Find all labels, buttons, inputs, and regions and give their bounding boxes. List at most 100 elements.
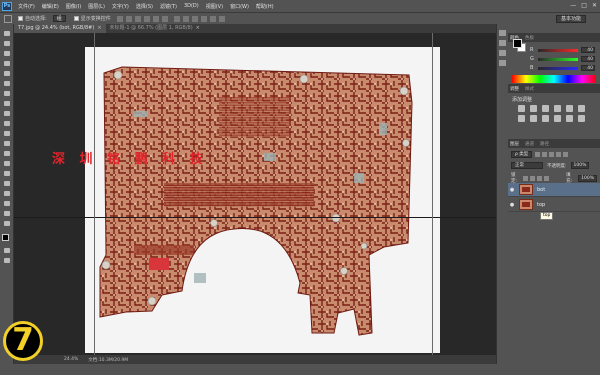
- brush-tool-icon[interactable]: [3, 100, 11, 107]
- distribute-middle-icon[interactable]: [182, 15, 189, 22]
- blue-slider[interactable]: B 40: [530, 65, 595, 71]
- tab-swatches[interactable]: 色板: [525, 35, 534, 41]
- menu-window[interactable]: 窗口(W): [230, 3, 249, 10]
- lock-transparent-icon[interactable]: [523, 175, 529, 181]
- color-balance-icon[interactable]: [518, 115, 525, 122]
- lock-position-icon[interactable]: [537, 175, 543, 181]
- blend-mode-dropdown[interactable]: 正常: [511, 162, 543, 169]
- panel-fg-bg-swatch[interactable]: [513, 39, 526, 52]
- quick-select-tool-icon[interactable]: [3, 60, 11, 67]
- blue-track[interactable]: [538, 66, 578, 70]
- layer-name[interactable]: bot: [537, 187, 545, 193]
- eraser-tool-icon[interactable]: [3, 130, 11, 137]
- close-button[interactable]: ✕: [592, 2, 597, 9]
- zoom-level[interactable]: 24.4%: [64, 357, 78, 362]
- lock-image-icon[interactable]: [530, 175, 536, 181]
- gradient-tool-icon[interactable]: [3, 140, 11, 147]
- brightness-icon[interactable]: [518, 105, 525, 112]
- filter-smart-object-icon[interactable]: [563, 152, 569, 157]
- layer-row-top[interactable]: ● top: [508, 198, 600, 212]
- align-left-icon[interactable]: [143, 15, 150, 22]
- character-panel-icon[interactable]: [499, 50, 506, 56]
- red-slider[interactable]: R 40: [530, 47, 595, 53]
- photo-filter-icon[interactable]: [542, 115, 549, 122]
- menu-help[interactable]: 帮助(H): [256, 3, 274, 10]
- eyedropper-tool-icon[interactable]: [3, 80, 11, 87]
- crop-tool-icon[interactable]: [3, 70, 11, 77]
- menu-type[interactable]: 文字(Y): [112, 3, 129, 10]
- tab-paths[interactable]: 路径: [540, 141, 549, 147]
- screen-mode-icon[interactable]: [3, 257, 11, 264]
- green-slider[interactable]: G 40: [530, 56, 595, 62]
- layer-row-bot[interactable]: ● bot: [508, 183, 600, 197]
- history-brush-tool-icon[interactable]: [3, 120, 11, 127]
- filter-adjustment-icon[interactable]: [542, 152, 548, 157]
- red-value[interactable]: 40: [581, 47, 595, 53]
- invert-icon[interactable]: [578, 115, 585, 122]
- fill-input[interactable]: 100%: [578, 174, 597, 182]
- canvas-area[interactable]: 深 圳 铭 鹏 科 技: [14, 33, 496, 355]
- align-right-icon[interactable]: [161, 15, 168, 22]
- distribute-right-icon[interactable]: [218, 15, 225, 22]
- move-tool-icon[interactable]: [3, 30, 11, 37]
- marquee-tool-icon[interactable]: [3, 40, 11, 47]
- channel-mixer-icon[interactable]: [554, 115, 561, 122]
- tab-t7[interactable]: T7.jpg @ 24.4% (bot, RGB/8#) ×: [14, 24, 106, 33]
- clone-stamp-tool-icon[interactable]: [3, 110, 11, 117]
- tab-channels[interactable]: 通道: [525, 141, 534, 147]
- distribute-center-icon[interactable]: [209, 15, 216, 22]
- layer-kind-filter[interactable]: ρ 类型: [511, 151, 533, 158]
- red-track[interactable]: [538, 48, 578, 52]
- tab-close-icon[interactable]: ×: [196, 25, 200, 31]
- color-spectrum[interactable]: [512, 75, 596, 83]
- align-middle-icon[interactable]: [125, 15, 132, 22]
- visibility-eye-icon[interactable]: ●: [508, 187, 516, 193]
- menu-file[interactable]: 文件(F): [18, 3, 35, 10]
- opacity-input[interactable]: 100%: [570, 162, 590, 169]
- pen-tool-icon[interactable]: [3, 170, 11, 177]
- vertical-guide-left[interactable]: [94, 33, 95, 355]
- foreground-color[interactable]: [1, 234, 9, 241]
- visibility-eye-icon[interactable]: ●: [508, 202, 516, 208]
- green-track[interactable]: [538, 57, 578, 61]
- color-lookup-icon[interactable]: [566, 115, 573, 122]
- type-tool-icon[interactable]: [3, 180, 11, 187]
- workspace-dropdown[interactable]: 基本功能: [555, 15, 586, 23]
- align-bottom-icon[interactable]: [134, 15, 141, 22]
- distribute-left-icon[interactable]: [200, 15, 207, 22]
- tab-styles[interactable]: 样式: [525, 86, 534, 92]
- maximize-button[interactable]: □: [581, 2, 587, 9]
- curves-icon[interactable]: [542, 105, 549, 112]
- auto-select-dropdown[interactable]: 组: [52, 15, 66, 22]
- menu-view[interactable]: 视图(V): [206, 3, 223, 10]
- hue-saturation-icon[interactable]: [578, 105, 585, 112]
- menu-3d[interactable]: 3D(D): [184, 3, 199, 9]
- filter-type-icon[interactable]: [549, 152, 555, 157]
- properties-panel-icon[interactable]: [499, 40, 506, 46]
- align-center-icon[interactable]: [152, 15, 159, 22]
- healing-brush-tool-icon[interactable]: [3, 90, 11, 97]
- foreground-background-swatch[interactable]: [1, 234, 12, 244]
- green-value[interactable]: 40: [581, 56, 595, 62]
- tab-close-icon[interactable]: ×: [97, 25, 101, 31]
- distribute-bottom-icon[interactable]: [191, 15, 198, 22]
- layer-name[interactable]: top: [537, 202, 545, 208]
- filter-shape-icon[interactable]: [556, 152, 562, 157]
- blue-value[interactable]: 40: [581, 65, 595, 71]
- history-panel-icon[interactable]: [499, 30, 506, 36]
- vibrance-icon[interactable]: [566, 105, 573, 112]
- path-select-tool-icon[interactable]: [3, 190, 11, 197]
- move-tool-icon[interactable]: [4, 14, 12, 23]
- horizontal-guide[interactable]: [14, 217, 496, 218]
- exposure-icon[interactable]: [554, 105, 561, 112]
- dodge-tool-icon[interactable]: [3, 160, 11, 167]
- show-transform-checkbox[interactable]: [73, 16, 79, 21]
- menu-edit[interactable]: 编辑(E): [42, 3, 59, 10]
- zoom-tool-icon[interactable]: [3, 220, 11, 227]
- quick-mask-icon[interactable]: [3, 247, 11, 254]
- paragraph-panel-icon[interactable]: [499, 60, 506, 66]
- align-top-icon[interactable]: [116, 15, 123, 22]
- menu-select[interactable]: 选择(S): [136, 3, 153, 10]
- menu-filter[interactable]: 滤镜(T): [160, 3, 177, 10]
- black-white-icon[interactable]: [530, 115, 537, 122]
